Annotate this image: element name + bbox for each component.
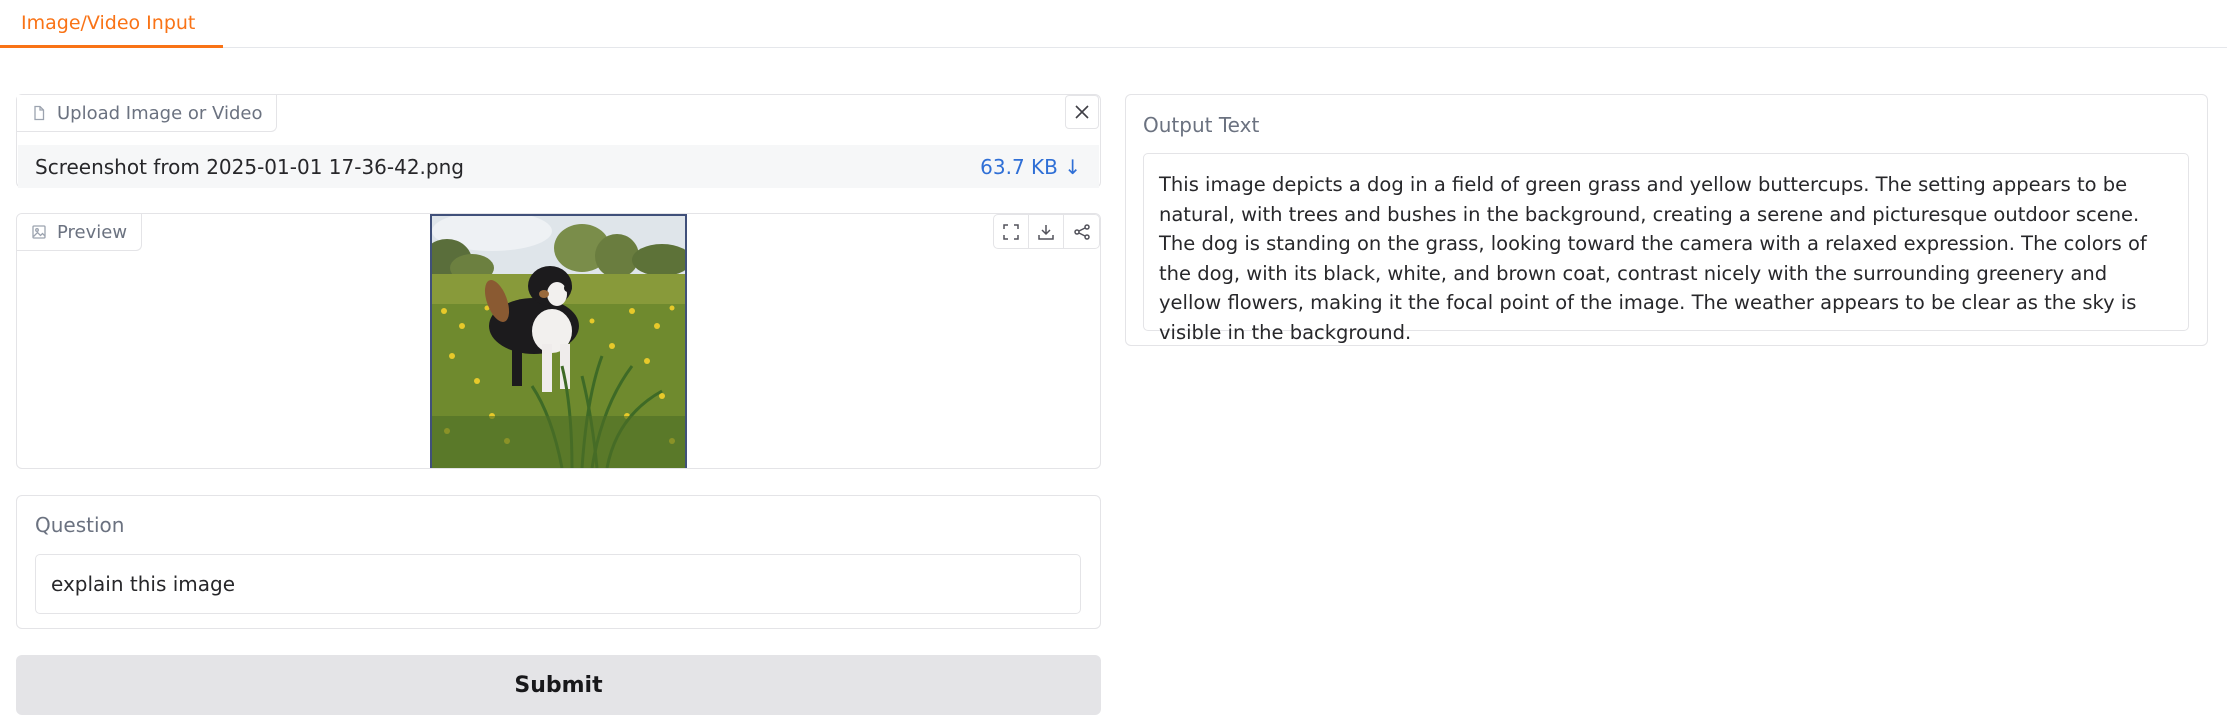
file-download-link[interactable]: 63.7 KB ↓ [980, 155, 1081, 179]
preview-label: Preview [57, 221, 128, 243]
fullscreen-icon [1003, 223, 1019, 240]
upload-panel: Upload Image or Video Screenshot from 20… [16, 94, 1101, 188]
dog-photo [432, 216, 685, 468]
download-button[interactable] [1029, 215, 1064, 248]
download-icon [1038, 224, 1054, 240]
tab-bar: Image/Video Input [0, 0, 2227, 48]
share-icon [1073, 223, 1090, 240]
file-name: Screenshot from 2025-01-01 17-36-42.png [35, 154, 464, 179]
upload-label-chip: Upload Image or Video [17, 95, 278, 132]
file-icon [34, 105, 45, 121]
tab-image-video-input[interactable]: Image/Video Input [0, 0, 223, 48]
preview-toolbar [993, 214, 1100, 249]
preview-label-chip: Preview [17, 214, 143, 251]
clear-upload-button[interactable] [1065, 95, 1099, 129]
preview-image [430, 214, 687, 468]
output-panel: Output Text This image depicts a dog in … [1125, 94, 2208, 346]
submit-button[interactable]: Submit [16, 655, 1101, 715]
share-button[interactable] [1064, 215, 1099, 248]
question-panel: Question [16, 495, 1101, 629]
output-textbox[interactable]: This image depicts a dog in a field of g… [1143, 153, 2189, 344]
question-input[interactable] [35, 554, 1081, 614]
fullscreen-button[interactable] [994, 215, 1029, 248]
upload-label: Upload Image or Video [57, 102, 263, 124]
image-icon [32, 225, 46, 239]
output-label: Output Text [1143, 113, 1260, 137]
uploaded-file-row: Screenshot from 2025-01-01 17-36-42.png … [18, 145, 1099, 188]
preview-panel: Preview [16, 213, 1101, 469]
question-label: Question [35, 513, 125, 537]
close-icon [1075, 105, 1089, 119]
